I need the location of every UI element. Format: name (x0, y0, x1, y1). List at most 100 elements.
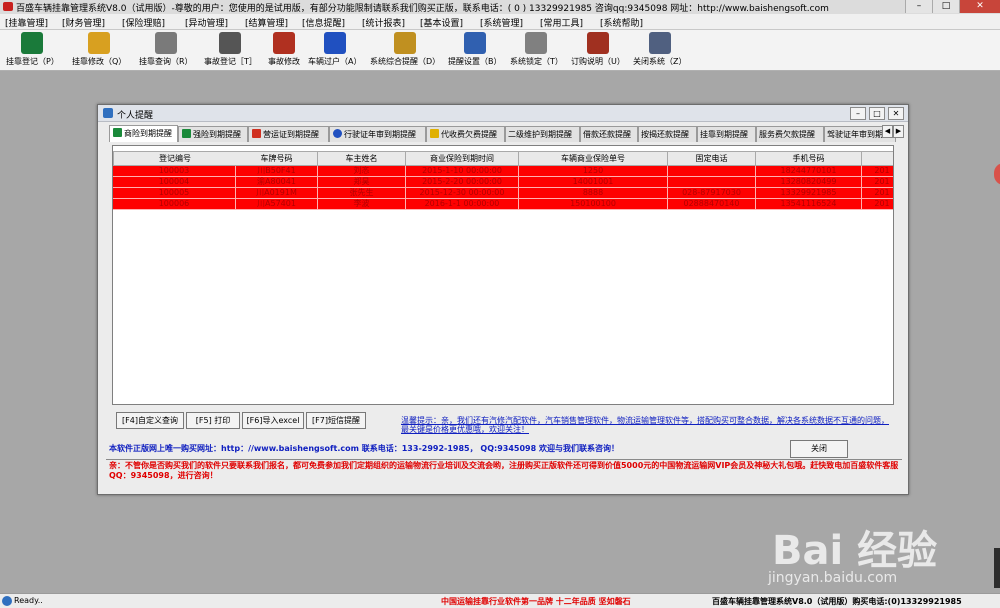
purchase-info: 本软件正版网上唯一购买网址：http：//www.baishengsoft.co… (109, 444, 619, 453)
menu-item-help[interactable]: [系统帮助] (600, 16, 643, 29)
dialog-controls: – □ ✕ (850, 107, 904, 120)
tip-link[interactable]: 温馨提示：亲，我们还有汽修汽配软件，汽车销售管理软件，物流运输管理软件等，搭配购… (401, 416, 891, 434)
tab-warning-icon (430, 129, 439, 138)
dialog-title: 个人提醒 (117, 111, 154, 121)
status-ready: Ready.. (14, 596, 43, 605)
edit-folder-icon (88, 32, 111, 54)
column-header[interactable]: 固定电话 (668, 151, 756, 166)
tab-commercial-insurance[interactable]: 商险到期提醒 (109, 125, 178, 142)
sms-reminder-button[interactable]: [F7]短信提醒 (306, 412, 366, 429)
column-header[interactable]: 商业保险到期时间 (406, 151, 519, 166)
tab-permit-icon (252, 129, 261, 138)
tab-mortgage-repayment[interactable]: 按揭还款提醒 (638, 126, 697, 142)
menu-item-system[interactable]: [系统管理] (480, 16, 523, 29)
cell-owner: 李波 (318, 199, 406, 210)
column-header[interactable]: 车辆商业保险单号 (519, 151, 668, 166)
tab-compulsory-insurance[interactable]: 强险到期提醒 (178, 126, 248, 142)
column-header[interactable]: 车主姓名 (318, 151, 406, 166)
custom-query-button[interactable]: [F4]自定义查询 (116, 412, 184, 429)
toolbar-order-info-button[interactable]: 订购说明（U） (571, 32, 625, 67)
toolbar-reminder-settings-button[interactable]: 提醒设置（B） (448, 32, 502, 67)
table-row[interactable]: 100004 渝A80041 郑昊 2015-2-20 00:00:00 140… (113, 177, 893, 188)
table-row[interactable]: 100003 川B50F41 刘忞 2015-1-10 00:00:00 125… (113, 166, 893, 177)
column-header[interactable]: 车牌号码 (236, 151, 318, 166)
status-slogan: 中国运输挂靠行业软件第一品牌 十二年品质 坚如磐石 (441, 597, 631, 606)
menu-item-tools[interactable]: [常用工具] (540, 16, 583, 29)
cell-reg-no: 100003 (113, 166, 236, 177)
print-button[interactable]: [F5] 打印 (186, 412, 240, 429)
menu-item-report[interactable]: [统计报表] (362, 16, 405, 29)
exit-computer-icon (648, 32, 671, 54)
menu-item-finance[interactable]: [财务管理] (62, 16, 105, 29)
minimize-button[interactable]: – (905, 0, 932, 13)
tab-affiliation-expiry[interactable]: 挂靠到期提醒 (697, 126, 756, 142)
close-window-button[interactable]: ✕ (959, 0, 1000, 13)
toolbar-lock-button[interactable]: 系统锁定（T） (510, 32, 563, 67)
tab-scroll-left-button[interactable]: ◀ (882, 125, 893, 138)
side-float-icon[interactable] (994, 163, 1000, 185)
tab-service-fee-arrears[interactable]: 服务费欠款提醒 (756, 126, 824, 142)
toolbar-register-button[interactable]: 挂靠登记（P） (6, 32, 59, 67)
dialog-app-icon (103, 108, 113, 118)
tab-fee-arrears[interactable]: 代收费欠费提醒 (426, 126, 505, 142)
table-row[interactable]: 100005 川A0191M 张先生 2015-12-30 00:00:00 8… (113, 188, 893, 199)
tab-info-icon (333, 129, 342, 138)
reminder-tabs: 商险到期提醒 强险到期提醒 营运证到期提醒 行驶证年审到期提醒 代收费欠费提醒 … (109, 125, 903, 142)
dialog-maximize-button[interactable]: □ (869, 107, 885, 120)
cell-plate: 川B50F41 (236, 166, 318, 177)
cell-extra: 201 (862, 199, 893, 210)
close-button[interactable]: 关闭 (790, 440, 848, 458)
table-header: 登记编号 车牌号码 车主姓名 商业保险到期时间 车辆商业保险单号 固定电话 手机… (113, 151, 893, 166)
cell-mobile: 13329921985 (756, 188, 862, 199)
menu-item-change[interactable]: [异动管理] (185, 16, 228, 29)
cell-mobile: 18244770101 (756, 166, 862, 177)
cell-phone (668, 166, 756, 177)
lock-icon (525, 32, 548, 54)
divider (106, 459, 902, 460)
tab-shield-icon (182, 129, 191, 138)
cell-owner: 郑昊 (318, 177, 406, 188)
cube-icon (219, 32, 242, 54)
accident-edit-icon (273, 32, 295, 54)
toolbar-close-system-button[interactable]: 关闭系统（Z） (633, 32, 686, 67)
menu-item-basic-settings[interactable]: [基本设置] (420, 16, 463, 29)
column-header[interactable]: 登记编号 (113, 151, 237, 166)
cell-policy-no: 1250 (519, 166, 668, 177)
menu-item-guakao[interactable]: [挂靠管理] (5, 16, 48, 29)
window-title: 百盛车辆挂靠管理系统V8.0（试用版）-尊敬的用户：您使用的是试用版，有部分功能… (16, 4, 829, 14)
cell-phone: 028-87917030 (668, 188, 756, 199)
toolbar-transfer-button[interactable]: 车辆过户（A） (308, 32, 361, 67)
column-header[interactable]: 手机号码 (756, 151, 862, 166)
toolbar: 挂靠登记（P） 挂靠修改（Q） 挂靠查询（R） 事故登记［T］ 事故修改 车辆过… (0, 30, 1000, 71)
dialog-title-bar: 个人提醒 – □ ✕ (98, 105, 908, 122)
import-excel-button[interactable]: [F6]导入excel (242, 412, 304, 429)
toolbar-search-button[interactable]: 挂靠查询（R） (139, 32, 193, 67)
table-row[interactable]: 100006 川A57401 李波 2016-1-1 00:00:00 1501… (113, 199, 893, 210)
toolbar-accident-edit-button[interactable]: 事故修改 (268, 32, 300, 67)
toolbar-reminder-button[interactable]: 系统综合提醒（D） (370, 32, 440, 67)
menu-item-reminder[interactable]: [信息提醒] (302, 16, 345, 29)
column-header[interactable] (862, 151, 893, 166)
tab-driving-license-review[interactable]: 行驶证年审到期提醒 (329, 126, 426, 142)
cell-phone (668, 177, 756, 188)
watermark-brand: Bai 经验 (772, 528, 938, 574)
tab-loan-repayment[interactable]: 借款还款提醒 (580, 126, 638, 142)
tab-scroll-buttons: ◀ ▶ (882, 125, 904, 138)
tab-maintenance[interactable]: 二级维护到期提醒 (505, 126, 580, 142)
cell-phone: 02888470140 (668, 199, 756, 210)
menu-item-settlement[interactable]: [结算管理] (245, 16, 288, 29)
transfer-user-icon (323, 32, 346, 54)
search-printer-icon (154, 32, 177, 54)
cell-owner: 张先生 (318, 188, 406, 199)
dialog-minimize-button[interactable]: – (850, 107, 866, 120)
dialog-close-button[interactable]: ✕ (888, 107, 904, 120)
toolbar-edit-button[interactable]: 挂靠修改（Q） (72, 32, 126, 67)
cell-extra: 201 (862, 177, 893, 188)
toolbar-accident-register-button[interactable]: 事故登记［T］ (204, 32, 257, 67)
menu-item-insurance[interactable]: [保险理赔] (122, 16, 165, 29)
settings-gear-icon (463, 32, 486, 54)
maximize-button[interactable]: □ (932, 0, 959, 13)
tab-scroll-right-button[interactable]: ▶ (893, 125, 904, 138)
tab-operation-permit[interactable]: 营运证到期提醒 (248, 126, 329, 142)
cell-expiry: 2016-1-1 00:00:00 (406, 199, 519, 210)
